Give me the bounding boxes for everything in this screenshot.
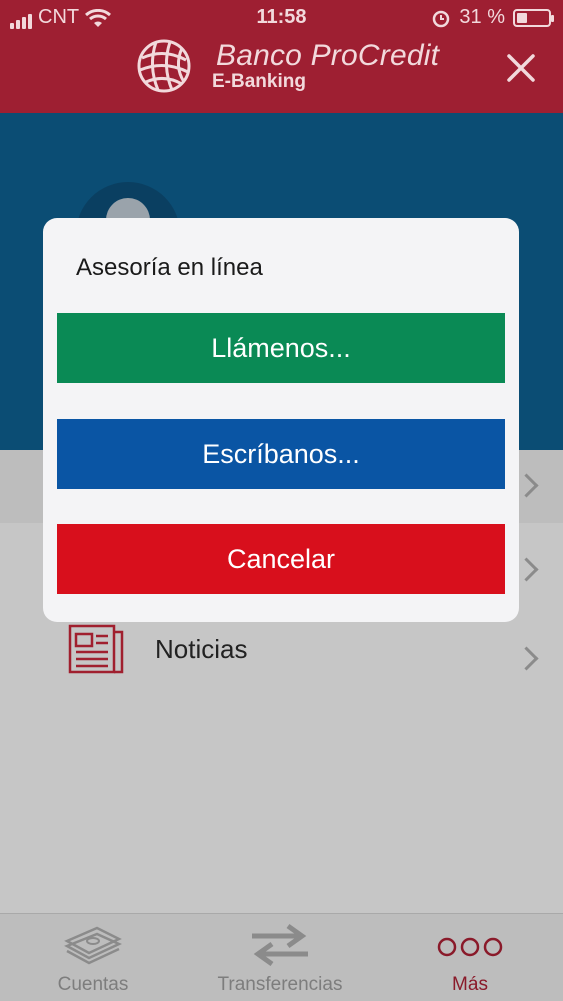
tab-label: Cuentas bbox=[57, 974, 129, 995]
call-us-button[interactable]: Llámenos... bbox=[57, 313, 505, 383]
brand-logo: Banco ProCredit E-Banking bbox=[136, 30, 439, 102]
tab-label: Más bbox=[452, 974, 488, 995]
tab-mas[interactable]: Más bbox=[420, 914, 520, 1001]
tab-label: Transferencias bbox=[217, 974, 343, 995]
tab-cuentas[interactable]: Cuentas bbox=[30, 914, 156, 1001]
cancel-button[interactable]: Cancelar bbox=[57, 524, 505, 594]
alarm-icon bbox=[433, 10, 450, 27]
dialog-title: Asesoría en línea bbox=[76, 254, 263, 281]
money-stack-icon bbox=[64, 926, 122, 965]
transfer-arrows-icon bbox=[252, 923, 308, 966]
tab-transferencias[interactable]: Transferencias bbox=[200, 914, 360, 1001]
write-us-button[interactable]: Escríbanos... bbox=[57, 419, 505, 489]
close-icon[interactable] bbox=[503, 50, 539, 86]
bottom-tab-bar: Cuentas Transferencias Más bbox=[0, 913, 563, 1001]
battery-percent: 31 % bbox=[459, 6, 505, 28]
brand-subtitle: E-Banking bbox=[212, 71, 306, 92]
globe-logo-icon bbox=[137, 39, 191, 93]
online-advice-dialog: Asesoría en línea Llámenos... Escríbanos… bbox=[43, 218, 519, 622]
brand-name: Banco ProCredit bbox=[216, 39, 440, 72]
more-dots-icon bbox=[437, 937, 503, 957]
newspaper-icon bbox=[68, 624, 124, 674]
battery-icon bbox=[513, 8, 554, 27]
news-menu-item[interactable]: Noticias bbox=[155, 634, 247, 665]
app-header: CNT 11:58 31 % Banco ProCredit E-Banking bbox=[0, 0, 563, 113]
